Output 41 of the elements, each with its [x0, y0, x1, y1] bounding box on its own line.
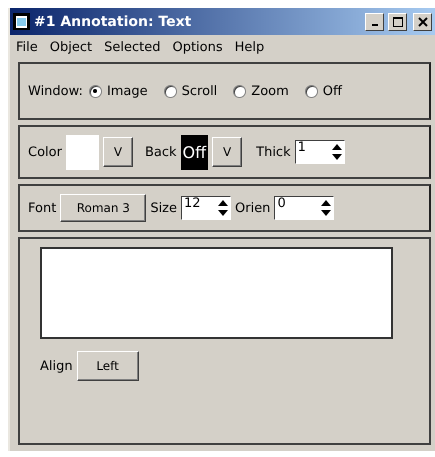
spin-field[interactable]: 12 — [181, 196, 231, 220]
font-button[interactable]: Roman 3 — [60, 194, 146, 222]
spin-arrows-icon[interactable] — [321, 200, 332, 216]
close-button[interactable] — [413, 12, 432, 30]
maximize-icon[interactable] — [392, 16, 402, 26]
spin-arrows-icon[interactable] — [332, 144, 342, 160]
window-title: #1 Annotation: Text — [34, 14, 192, 30]
radio-option[interactable]: Scroll — [164, 84, 218, 98]
close-icon[interactable] — [418, 16, 428, 26]
menu-item[interactable]: File — [16, 40, 38, 55]
menu-item[interactable]: Help — [234, 40, 264, 55]
back-value[interactable]: Off — [180, 134, 208, 170]
spin-field[interactable]: 0 — [274, 196, 334, 220]
spin-arrows-icon[interactable] — [218, 200, 228, 216]
radio-option[interactable]: Off — [304, 84, 342, 98]
menu-item[interactable]: Selected — [104, 40, 160, 55]
window-label: Window: — [28, 84, 83, 98]
menu-item[interactable]: Object — [50, 40, 92, 55]
back-menu-button[interactable]: V — [212, 137, 242, 167]
radio-icon[interactable] — [164, 84, 177, 98]
field-label: Size — [150, 200, 177, 216]
minimize-button[interactable] — [365, 12, 384, 30]
radio-icon[interactable] — [233, 84, 246, 98]
menu-item[interactable]: Options — [172, 40, 223, 55]
font-label: Font — [28, 200, 56, 216]
align-button[interactable]: Left — [76, 351, 139, 381]
color-menu-button[interactable]: V — [102, 137, 133, 167]
spin-field[interactable]: 1 — [294, 140, 345, 164]
color-swatch[interactable] — [66, 134, 99, 170]
back-label: Back — [144, 144, 177, 160]
radio-option[interactable]: Zoom — [233, 84, 289, 98]
radio-icon[interactable] — [304, 84, 318, 98]
field-label: Thick — [256, 144, 291, 160]
text-input[interactable] — [40, 247, 393, 339]
maximize-button[interactable] — [388, 12, 407, 30]
radio-option[interactable]: Image — [88, 84, 148, 98]
color-label: Color — [28, 144, 62, 160]
field-label: Orien — [235, 200, 270, 216]
align-label: Align — [40, 358, 73, 374]
radio-icon[interactable] — [88, 84, 102, 98]
window-icon — [13, 13, 30, 30]
